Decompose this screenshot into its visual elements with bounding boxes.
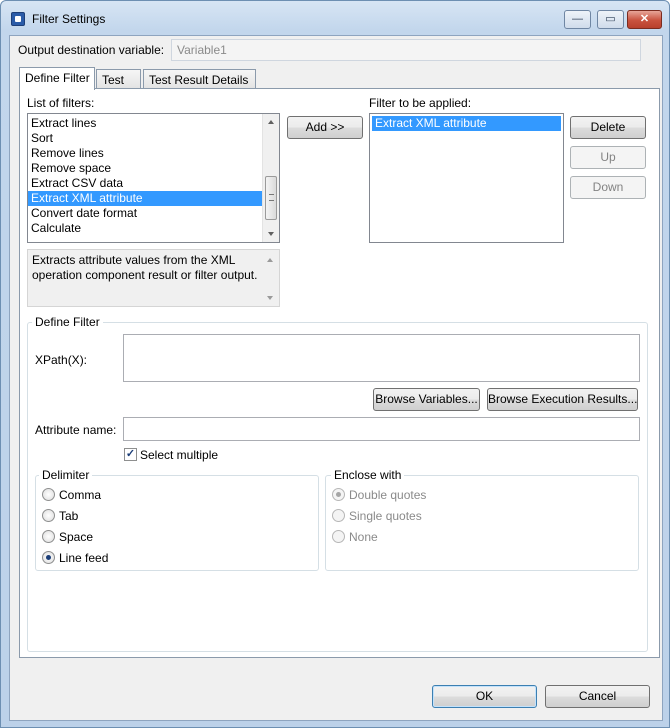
scroll-down-icon[interactable] — [268, 232, 274, 236]
app-icon — [11, 12, 25, 26]
applied-filters-label: Filter to be applied: — [369, 96, 472, 110]
add-filter-button[interactable]: Add >> — [287, 116, 363, 139]
list-item[interactable]: Calculate — [28, 221, 279, 236]
enclose-with-group-label: Enclose with — [331, 468, 405, 482]
attribute-name-input[interactable] — [123, 417, 640, 441]
applied-list-item[interactable]: Extract XML attribute — [372, 116, 561, 131]
filter-list-label: List of filters: — [27, 96, 95, 110]
output-variable-field: Variable1 — [171, 39, 641, 61]
ok-button[interactable]: OK — [432, 685, 537, 708]
list-item-selected[interactable]: Extract XML attribute — [28, 191, 262, 206]
define-filter-panel: List of filters: Extract lines Sort Remo… — [19, 88, 660, 658]
list-item[interactable]: Remove space — [28, 161, 279, 176]
delimiter-group-label: Delimiter — [39, 468, 93, 482]
browse-execution-results-button[interactable]: Browse Execution Results... — [487, 388, 638, 411]
desc-scroll-up-icon — [267, 258, 273, 262]
filter-settings-window: Filter Settings — ▭ ✕ Output destination… — [0, 0, 670, 728]
cancel-button[interactable]: Cancel — [545, 685, 650, 708]
tab-test[interactable]: Test — [96, 69, 141, 89]
maximize-button[interactable]: ▭ — [597, 10, 624, 29]
delimiter-space-radio[interactable] — [42, 530, 55, 543]
select-multiple-label[interactable]: Select multiple — [140, 448, 218, 462]
tab-define-filter[interactable]: Define Filter — [19, 67, 95, 90]
delimiter-tab-label[interactable]: Tab — [59, 509, 78, 523]
list-item[interactable]: Extract CSV data — [28, 176, 279, 191]
grip-icon — [269, 194, 274, 201]
enclose-single-quotes-label[interactable]: Single quotes — [349, 509, 422, 523]
applied-filters-list[interactable]: Extract XML attribute — [369, 113, 564, 243]
delimiter-line-feed-label[interactable]: Line feed — [59, 551, 108, 565]
minimize-button[interactable]: — — [564, 10, 591, 29]
list-item[interactable]: Extract lines — [28, 116, 279, 131]
window-title: Filter Settings — [32, 12, 106, 26]
list-item[interactable]: Convert date format — [28, 206, 279, 221]
filter-list[interactable]: Extract lines Sort Remove lines Remove s… — [27, 113, 280, 243]
move-up-button[interactable]: Up — [570, 146, 646, 169]
filter-description: Extracts attribute values from the XML o… — [27, 249, 280, 307]
desc-scroll-down-icon — [267, 296, 273, 300]
enclose-double-quotes-label[interactable]: Double quotes — [349, 488, 426, 502]
select-multiple-checkbox[interactable]: ✓ — [124, 448, 137, 461]
enclose-none-radio[interactable] — [332, 530, 345, 543]
list-item[interactable]: Remove lines — [28, 146, 279, 161]
xpath-label: XPath(X): — [35, 353, 88, 367]
list-item[interactable]: Sort — [28, 131, 279, 146]
attribute-name-label: Attribute name: — [35, 423, 117, 437]
tab-test-result-details[interactable]: Test Result Details — [143, 69, 256, 89]
close-button[interactable]: ✕ — [627, 10, 662, 29]
xpath-input[interactable] — [123, 334, 640, 382]
delimiter-comma-label[interactable]: Comma — [59, 488, 101, 502]
scroll-up-icon[interactable] — [268, 120, 274, 124]
browse-variables-button[interactable]: Browse Variables... — [373, 388, 480, 411]
filter-description-text: Extracts attribute values from the XML o… — [32, 253, 258, 282]
delimiter-comma-radio[interactable] — [42, 488, 55, 501]
enclose-double-quotes-radio[interactable] — [332, 488, 345, 501]
move-down-button[interactable]: Down — [570, 176, 646, 199]
enclose-single-quotes-radio[interactable] — [332, 509, 345, 522]
delimiter-tab-radio[interactable] — [42, 509, 55, 522]
dialog-client-area: Output destination variable: Variable1 D… — [9, 35, 663, 721]
title-bar[interactable]: Filter Settings — ▭ ✕ — [1, 1, 669, 35]
filter-list-scrollbar[interactable] — [262, 114, 279, 242]
scroll-thumb[interactable] — [265, 176, 277, 220]
delimiter-line-feed-radio[interactable] — [42, 551, 55, 564]
delete-button[interactable]: Delete — [570, 116, 646, 139]
delimiter-space-label[interactable]: Space — [59, 530, 93, 544]
enclose-none-label[interactable]: None — [349, 530, 378, 544]
output-variable-label: Output destination variable: — [18, 43, 165, 57]
define-filter-group-label: Define Filter — [32, 315, 103, 329]
